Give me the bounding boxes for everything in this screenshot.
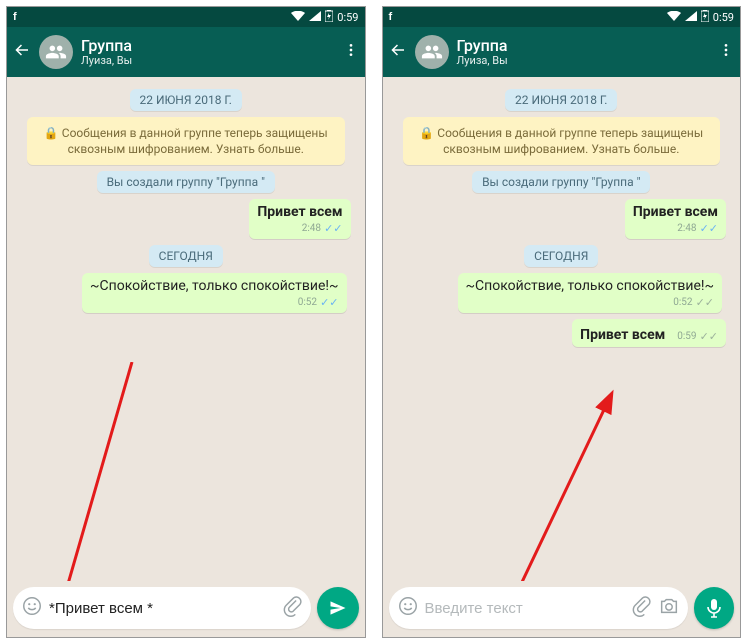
- message-text: ~Спокойствие, только спокойствие!~: [466, 278, 714, 294]
- lock-icon: 🔒: [419, 126, 434, 140]
- chat-title: Группа: [457, 37, 711, 55]
- sent-ticks-icon: ✓✓: [696, 296, 714, 309]
- back-icon[interactable]: [13, 41, 31, 63]
- attach-icon[interactable]: [281, 595, 303, 621]
- battery-icon: [701, 10, 709, 25]
- phone-screenshot-left: f 0:59 Группа Луиза, Вы 22 ИЮНЯ 2018 Г. …: [6, 6, 366, 638]
- wifi-icon: [291, 11, 305, 24]
- chat-subtitle: Луиза, Вы: [81, 55, 335, 67]
- message-bubble[interactable]: Привет всем 2:48✓✓: [249, 199, 350, 239]
- date-chip: 22 ИЮНЯ 2018 Г.: [130, 89, 242, 111]
- voice-button[interactable]: [694, 587, 735, 629]
- message-time: 2:48: [302, 223, 321, 234]
- message-bubble[interactable]: Привет всем 2:48 ✓✓: [625, 199, 726, 239]
- message-time: 0:52: [298, 297, 317, 308]
- send-button[interactable]: [317, 587, 359, 629]
- mic-icon: [706, 598, 722, 618]
- input-row: [7, 581, 365, 637]
- phone-screenshot-right: f 0:59 Группа Луиза, Вы 22 ИЮНЯ 2018 Г. …: [382, 6, 742, 638]
- wifi-icon: [667, 11, 681, 24]
- back-icon[interactable]: [389, 41, 407, 63]
- status-time: 0:59: [337, 11, 358, 24]
- message-bubble[interactable]: Привет всем 0:59 ✓✓: [572, 319, 726, 347]
- sent-ticks-icon: ✓✓: [700, 330, 718, 343]
- status-time: 0:59: [713, 11, 734, 24]
- read-ticks-icon: ✓✓: [700, 222, 718, 235]
- status-bar: f 0:59: [383, 7, 741, 27]
- message-text: Привет всем: [257, 204, 342, 220]
- chat-area: 22 ИЮНЯ 2018 Г. 🔒 Сообщения в данной гру…: [383, 77, 741, 581]
- message-time: 0:52: [673, 297, 692, 308]
- message-bubble[interactable]: ~Спокойствие, только спокойствие!~ 0:52✓…: [82, 273, 346, 313]
- group-avatar[interactable]: [39, 35, 73, 69]
- battery-icon: [325, 10, 333, 25]
- message-bubble[interactable]: ~Спокойствие, только спокойствие!~ 0:52 ✓…: [458, 273, 722, 313]
- message-time: 2:48: [677, 223, 696, 234]
- chat-header[interactable]: Группа Луиза, Вы: [383, 27, 741, 77]
- date-chip-today: СЕГОДНЯ: [524, 245, 598, 267]
- camera-icon[interactable]: [658, 595, 680, 621]
- message-time: 0:59: [677, 331, 696, 342]
- emoji-icon[interactable]: [21, 595, 43, 621]
- signal-icon: [309, 11, 321, 24]
- menu-icon[interactable]: [343, 42, 359, 62]
- chat-title: Группа: [81, 37, 335, 55]
- encryption-notice[interactable]: 🔒 Сообщения в данной группе теперь защищ…: [27, 117, 345, 165]
- date-chip: 22 ИЮНЯ 2018 Г.: [505, 89, 617, 111]
- message-input-box[interactable]: [389, 587, 688, 629]
- message-text: Привет всем: [633, 204, 718, 220]
- facebook-icon: f: [389, 11, 393, 23]
- date-chip-today: СЕГОДНЯ: [149, 245, 223, 267]
- chat-subtitle: Луиза, Вы: [457, 55, 711, 67]
- system-message-created: Вы создали группу "Группа ": [472, 171, 650, 193]
- signal-icon: [685, 11, 697, 24]
- menu-icon[interactable]: [718, 42, 734, 62]
- lock-icon: 🔒: [44, 126, 59, 140]
- message-text: ~Спокойствие, только спокойствие!~: [90, 278, 338, 294]
- read-ticks-icon: ✓✓: [324, 222, 342, 235]
- message-input-box[interactable]: [13, 587, 311, 629]
- send-icon: [328, 598, 348, 618]
- attach-icon[interactable]: [630, 595, 652, 621]
- encryption-notice[interactable]: 🔒 Сообщения в данной группе теперь защищ…: [403, 117, 721, 165]
- annotation-arrow: [37, 362, 217, 581]
- input-row: [383, 581, 741, 637]
- system-message-created: Вы создали группу "Группа ": [97, 171, 275, 193]
- status-bar: f 0:59: [7, 7, 365, 27]
- message-input[interactable]: [49, 600, 275, 617]
- annotation-arrow: [483, 387, 663, 581]
- read-ticks-icon: ✓✓: [320, 296, 338, 309]
- emoji-icon[interactable]: [397, 595, 419, 621]
- facebook-icon: f: [13, 11, 17, 23]
- message-input[interactable]: [425, 600, 624, 617]
- group-avatar[interactable]: [415, 35, 449, 69]
- chat-header[interactable]: Группа Луиза, Вы: [7, 27, 365, 77]
- chat-area: 22 ИЮНЯ 2018 Г. 🔒 Сообщения в данной гру…: [7, 77, 365, 581]
- message-text: Привет всем: [580, 327, 665, 343]
